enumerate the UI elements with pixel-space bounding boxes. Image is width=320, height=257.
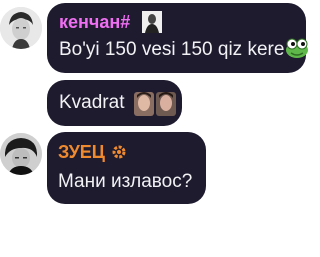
message-bubble: ЗУЕЦ Мани излавос? (47, 132, 206, 204)
avatar[interactable] (0, 133, 42, 175)
message-text: Bo'yi 150 vesi 150 qiz kere (59, 39, 285, 60)
message-text: Мани излавос? (58, 171, 193, 192)
avatar[interactable] (0, 7, 42, 49)
message-text: Kvadrat (59, 92, 125, 113)
photo-badge-icon (142, 11, 162, 33)
frog-emote (285, 37, 309, 59)
gear-icon (111, 144, 127, 160)
message-author[interactable]: ЗУЕЦ (58, 142, 105, 162)
message-author[interactable]: кенчан# (59, 12, 130, 32)
message-bubble: кенчан# Bo'yi 150 vesi 150 qiz kere (47, 3, 309, 73)
message-bubble: Kvadrat (47, 80, 182, 126)
faces-emote (134, 92, 176, 116)
